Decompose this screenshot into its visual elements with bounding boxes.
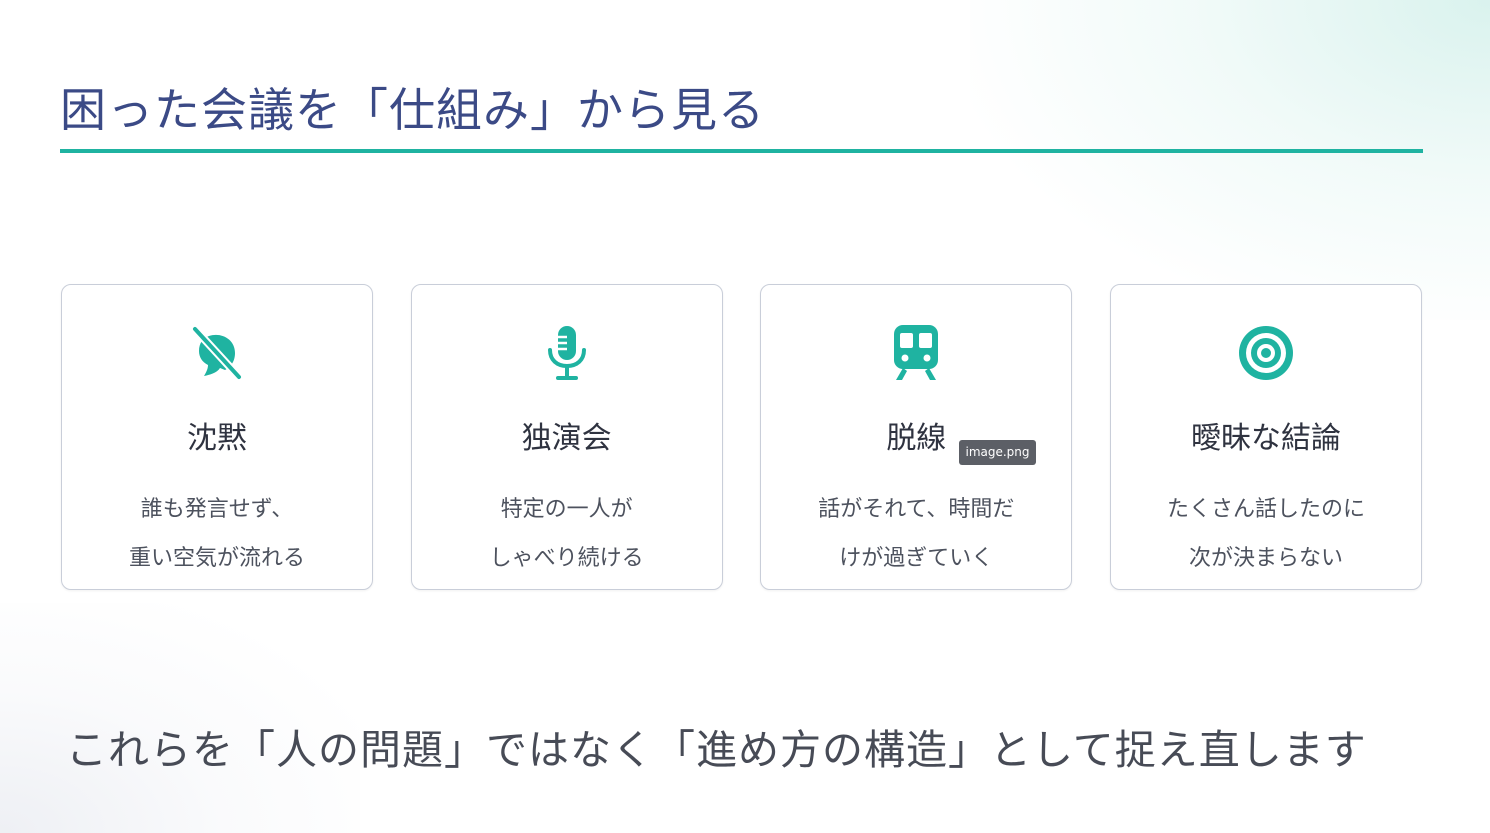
card-description: 誰も発言せず、 重い空気が流れる [62,485,372,583]
card-description-line: 特定の一人が [500,497,633,522]
problem-cards: 沈黙 誰も発言せず、 重い空気が流れる 独演会 特定の一人が しゃべり続ける 脱… [61,284,1422,592]
card-title: 曖昧な結論 [1190,421,1341,456]
microphone-icon [537,323,597,383]
image-filename-tooltip: image.png [959,440,1036,465]
card-description-line: 重い空気が流れる [128,546,305,571]
slide-footer-message: これらを「人の問題」ではなく「進め方の構造」として捉え直します [66,726,1367,774]
card-vague-conclusion: 曖昧な結論 たくさん話したのに 次が決まらない [1109,284,1422,590]
card-description-line: けが過ぎていく [839,546,994,571]
card-title: 沈黙 [187,421,247,456]
card-description-line: たくさん話したのに [1166,497,1365,522]
card-description-line: 次が決まらない [1188,546,1343,571]
card-description: 特定の一人が しゃべり続ける [412,485,722,583]
card-description-line: 話がそれて、時間だ [818,497,1015,522]
card-silence: 沈黙 誰も発言せず、 重い空気が流れる [61,284,373,590]
card-derailment: 脱線 話がそれて、時間だ けが過ぎていく [760,284,1073,590]
train-icon [886,323,946,383]
card-monologue: 独演会 特定の一人が しゃべり続ける [410,284,723,590]
mute-icon [187,323,247,383]
target-icon [1236,323,1296,383]
title-underline [60,149,1423,153]
card-description: 話がそれて、時間だ けが過ぎていく [761,485,1071,583]
card-description-line: しゃべり続ける [489,546,644,571]
card-description: たくさん話したのに 次が決まらない [1111,485,1421,583]
slide-title: 困った会議を「仕組み」から見る [60,83,765,137]
background-gradient-top-right [970,0,1490,320]
card-description-line: 誰も発言せず、 [140,497,294,522]
card-title: 独演会 [521,421,612,456]
